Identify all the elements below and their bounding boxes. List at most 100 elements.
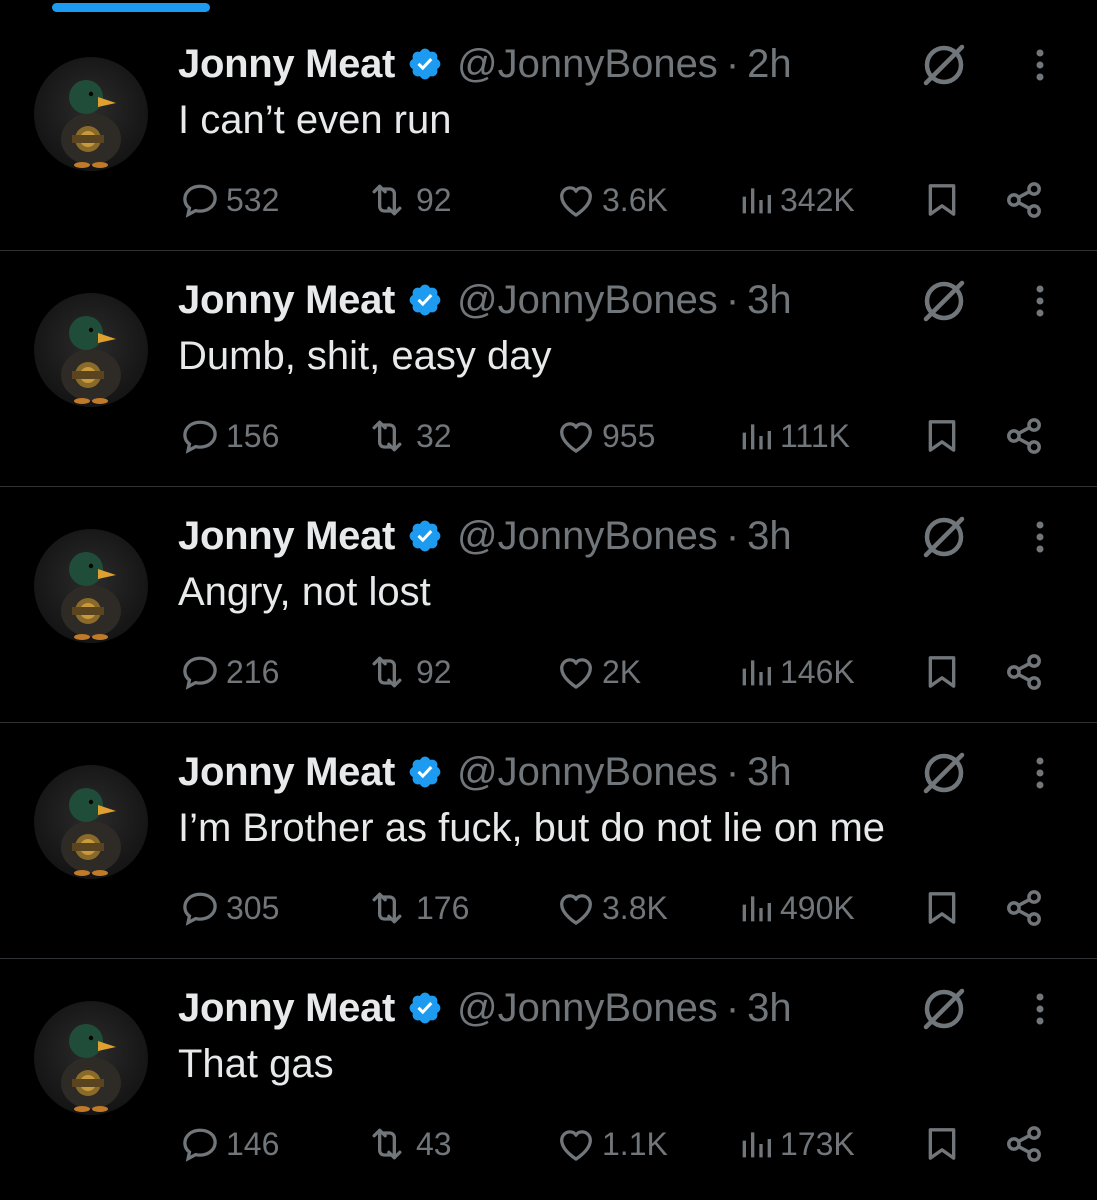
handle[interactable]: @JonnyBones — [457, 42, 718, 87]
like-button[interactable]: 1.1K — [554, 1119, 668, 1169]
like-count: 3.6K — [602, 181, 668, 218]
grok-icon[interactable] — [918, 511, 970, 563]
heart-icon — [560, 894, 592, 925]
tweet-actions: 146 43 1.1K 173K — [0, 1119, 1097, 1169]
handle[interactable]: @JonnyBones — [457, 750, 718, 795]
grok-icon[interactable] — [918, 747, 970, 799]
bookmark-button[interactable] — [922, 883, 962, 933]
like-button[interactable]: 3.8K — [554, 883, 668, 933]
handle[interactable]: @JonnyBones — [457, 986, 718, 1031]
tweet[interactable]: Jonny Meat @JonnyBones · 3h I’m Brother … — [0, 723, 1097, 959]
views-button[interactable]: 173K — [736, 1119, 855, 1169]
bookmark-button[interactable] — [922, 411, 962, 461]
more-vertical-icon[interactable] — [1022, 281, 1058, 321]
retweet-icon — [372, 656, 402, 688]
share-icon — [1007, 418, 1041, 454]
reply-button[interactable]: 532 — [178, 175, 279, 225]
separator-dot: · — [725, 513, 740, 558]
separator-dot: · — [725, 749, 740, 794]
like-button[interactable]: 2K — [554, 647, 641, 697]
reply-icon — [183, 656, 217, 690]
retweet-button[interactable]: 32 — [362, 411, 452, 461]
handle[interactable]: @JonnyBones — [457, 514, 718, 559]
tweet[interactable]: Jonny Meat @JonnyBones · 3h Dumb, shit, … — [0, 251, 1097, 487]
timestamp[interactable]: 3h — [747, 986, 792, 1031]
bookmark-button[interactable] — [922, 175, 962, 225]
retweet-count: 92 — [416, 181, 452, 218]
duck-avatar-icon — [61, 316, 121, 404]
reply-button[interactable]: 156 — [178, 411, 279, 461]
views-button[interactable]: 146K — [736, 647, 855, 697]
retweet-button[interactable]: 176 — [362, 883, 469, 933]
timestamp[interactable]: 3h — [747, 278, 792, 323]
retweet-button[interactable]: 92 — [362, 175, 452, 225]
retweet-count: 43 — [416, 1125, 452, 1162]
tweet-actions: 216 92 2K 146K — [0, 647, 1097, 697]
views-button[interactable]: 342K — [736, 175, 855, 225]
tweet[interactable]: Jonny Meat @JonnyBones · 3h Angry, not l… — [0, 487, 1097, 723]
display-name[interactable]: Jonny Meat — [178, 514, 395, 559]
avatar[interactable] — [34, 765, 148, 879]
reply-button[interactable]: 305 — [178, 883, 279, 933]
more-vertical-icon[interactable] — [1022, 753, 1058, 793]
display-name[interactable]: Jonny Meat — [178, 278, 395, 323]
retweet-count: 92 — [416, 653, 452, 690]
grok-icon[interactable] — [918, 39, 970, 91]
bookmark-button[interactable] — [922, 1119, 962, 1169]
views-count: 146K — [780, 653, 855, 690]
share-button[interactable] — [1002, 883, 1046, 933]
grok-icon[interactable] — [918, 275, 970, 327]
duck-avatar-icon — [61, 80, 121, 168]
tweet-text: That gas — [178, 1042, 334, 1086]
views-button[interactable]: 490K — [736, 883, 855, 933]
separator-dot: · — [725, 277, 740, 322]
retweet-button[interactable]: 92 — [362, 647, 452, 697]
like-button[interactable]: 955 — [554, 411, 655, 461]
tweet[interactable]: Jonny Meat @JonnyBones · 3h That gas 146… — [0, 959, 1097, 1194]
more-vertical-icon[interactable] — [1022, 517, 1058, 557]
display-name[interactable]: Jonny Meat — [178, 750, 395, 795]
duck-avatar-icon — [61, 1024, 121, 1112]
views-icon — [742, 1132, 771, 1158]
share-icon — [1007, 1126, 1041, 1162]
avatar[interactable] — [34, 57, 148, 171]
share-button[interactable] — [1002, 411, 1046, 461]
tweet[interactable]: Jonny Meat @JonnyBones · 2h I can’t even… — [0, 15, 1097, 251]
share-icon — [1007, 654, 1041, 690]
like-count: 1.1K — [602, 1125, 668, 1162]
like-button[interactable]: 3.6K — [554, 175, 668, 225]
timestamp[interactable]: 3h — [747, 514, 792, 559]
more-vertical-icon[interactable] — [1022, 989, 1058, 1029]
bookmark-button[interactable] — [922, 647, 962, 697]
display-name[interactable]: Jonny Meat — [178, 42, 395, 87]
share-button[interactable] — [1002, 175, 1046, 225]
reply-count: 216 — [226, 653, 280, 690]
grok-icon[interactable] — [918, 983, 970, 1035]
views-count: 490K — [780, 889, 855, 926]
tweet-actions: 305 176 3.8K 490K — [0, 883, 1097, 933]
reply-button[interactable]: 146 — [178, 1119, 279, 1169]
views-icon — [742, 188, 771, 214]
like-count: 955 — [602, 417, 656, 454]
avatar[interactable] — [34, 1001, 148, 1115]
handle[interactable]: @JonnyBones — [457, 278, 718, 323]
share-button[interactable] — [1002, 1119, 1046, 1169]
more-vertical-icon[interactable] — [1022, 45, 1058, 85]
views-button[interactable]: 111K — [736, 411, 850, 461]
bookmark-icon — [928, 184, 956, 216]
retweet-icon — [372, 892, 402, 924]
avatar[interactable] — [34, 529, 148, 643]
reply-button[interactable]: 216 — [178, 647, 279, 697]
tweet-header: Jonny Meat @JonnyBones · 3h — [178, 511, 792, 561]
share-button[interactable] — [1002, 647, 1046, 697]
tweet-feed: Jonny Meat @JonnyBones · 2h I can’t even… — [0, 15, 1097, 1194]
reply-icon — [183, 892, 217, 926]
display-name[interactable]: Jonny Meat — [178, 986, 395, 1031]
retweet-icon — [372, 1128, 402, 1160]
tweet-actions: 156 32 955 111K — [0, 411, 1097, 461]
share-icon — [1007, 890, 1041, 926]
timestamp[interactable]: 3h — [747, 750, 792, 795]
timestamp[interactable]: 2h — [747, 42, 792, 87]
avatar[interactable] — [34, 293, 148, 407]
retweet-button[interactable]: 43 — [362, 1119, 452, 1169]
